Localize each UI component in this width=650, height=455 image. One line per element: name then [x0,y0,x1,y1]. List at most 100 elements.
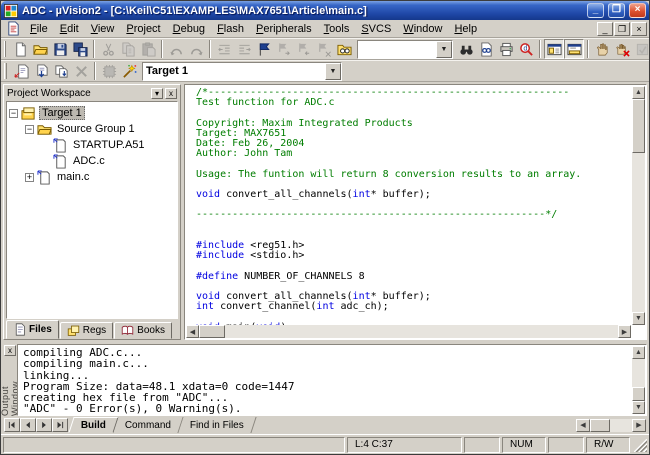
editor-text[interactable]: /*--------------------------------------… [186,86,631,325]
find-combobox[interactable]: ▼ [357,40,453,59]
tree-item-label[interactable]: main.c [55,171,91,183]
download-flash-button[interactable] [99,61,119,81]
find-combobox-input[interactable] [358,41,436,58]
mdi-restore-button[interactable]: ❐ [614,22,630,36]
scroll-up-icon[interactable]: ▲ [632,86,645,99]
project-window-button[interactable] [544,39,564,59]
tree-item-target[interactable]: − Target 1 [9,105,175,121]
toolbar-grip[interactable] [4,41,6,57]
project-workspace-header[interactable]: Project Workspace ▾ x [4,85,180,101]
scrollbar-thumb[interactable] [590,419,610,432]
tab-books[interactable]: Books [114,322,172,339]
expand-icon[interactable]: + [25,173,34,182]
menu-item-help[interactable]: Help [448,22,483,36]
enable-breakpoint-button[interactable] [632,39,650,59]
panel-close-button[interactable]: x [165,88,177,99]
project-tree[interactable]: − Target 1 − Source Group 1 [6,101,178,319]
target-combobox[interactable]: ▼ [142,62,342,81]
menu-item-project[interactable]: Project [120,22,166,36]
tab-regs[interactable]: Regs [60,322,113,339]
editor-vertical-scrollbar[interactable]: ▲ ▼ [632,86,645,325]
clear-bookmarks-button[interactable] [314,39,334,59]
first-tab-button[interactable] [4,418,20,432]
copy-button[interactable] [118,39,138,59]
tree-item-label[interactable]: Target 1 [39,106,85,120]
print-button[interactable] [496,39,516,59]
find-in-files-button[interactable] [334,39,354,59]
paste-button[interactable] [138,39,158,59]
dropdown-arrow-icon[interactable]: ▼ [325,63,341,80]
panel-menu-button[interactable]: ▾ [151,88,163,99]
mdi-close-button[interactable]: × [631,22,647,36]
save-all-button[interactable] [70,39,90,59]
target-combobox-input[interactable] [143,63,325,80]
prev-bookmark-button[interactable] [294,39,314,59]
menu-item-view[interactable]: View [85,22,121,36]
scrollbar-thumb[interactable] [632,99,645,153]
output-close-button[interactable]: x [4,345,16,356]
title-bar[interactable]: ADC - µVision2 - [C:\Keil\C51\EXAMPLES\M… [1,1,649,20]
scroll-up-icon[interactable]: ▲ [632,346,645,359]
incremental-find-button[interactable] [476,39,496,59]
editor-horizontal-scrollbar[interactable]: ◀ ▶ [186,325,631,338]
output-vertical-scrollbar[interactable]: ▲ ▼ [632,346,645,414]
last-tab-button[interactable] [52,418,68,432]
tree-item-label[interactable]: ADC.c [71,155,107,167]
scroll-right-icon[interactable]: ▶ [632,419,646,432]
dropdown-arrow-icon[interactable]: ▼ [436,41,452,58]
code-editor[interactable]: /*--------------------------------------… [184,84,647,340]
close-button[interactable]: × [629,3,646,18]
tree-item-file[interactable]: ADC.c [9,153,175,169]
translate-button[interactable] [11,61,31,81]
menu-item-window[interactable]: Window [397,22,448,36]
scroll-down-icon[interactable]: ▼ [632,312,645,325]
document-icon[interactable] [6,21,21,36]
find-button[interactable] [456,39,476,59]
maximize-button[interactable]: ❐ [608,3,625,18]
minimize-button[interactable]: _ [587,3,604,18]
kill-breakpoints-button[interactable] [612,39,632,59]
collapse-icon[interactable]: − [9,109,18,118]
undo-button[interactable] [166,39,186,59]
menu-item-tools[interactable]: Tools [318,22,356,36]
menu-item-edit[interactable]: Edit [54,22,85,36]
rebuild-all-button[interactable] [51,61,71,81]
target-options-button[interactable] [119,61,139,81]
build-output-log[interactable]: compiling ADC.c...compiling main.c...lin… [17,344,647,416]
cut-button[interactable] [98,39,118,59]
stop-build-button[interactable] [71,61,91,81]
menu-item-flash[interactable]: Flash [211,22,250,36]
tree-item-source-group[interactable]: − Source Group 1 [9,121,175,137]
previous-tab-button[interactable] [20,418,36,432]
toggle-bookmark-button[interactable] [254,39,274,59]
indent-right-button[interactable] [234,39,254,59]
mdi-minimize-button[interactable]: _ [597,22,613,36]
tab-files[interactable]: Files [6,320,59,339]
scroll-left-icon[interactable]: ◀ [186,325,199,338]
scrollbar-thumb[interactable] [199,325,225,338]
collapse-icon[interactable]: − [25,125,34,134]
build-button[interactable] [31,61,51,81]
tree-item-file[interactable]: + main.c [9,169,175,185]
scrollbar-thumb[interactable] [632,387,645,401]
new-document-button[interactable] [10,39,30,59]
indent-left-button[interactable] [214,39,234,59]
tree-item-label[interactable]: STARTUP.A51 [71,139,147,151]
next-bookmark-button[interactable] [274,39,294,59]
scroll-right-icon[interactable]: ▶ [618,325,631,338]
menu-item-file[interactable]: File [24,22,54,36]
tab-find-in-files[interactable]: Find in Files [179,417,257,433]
open-document-button[interactable] [30,39,50,59]
output-window-button[interactable] [564,39,584,59]
menu-item-svcs[interactable]: SVCS [355,22,397,36]
tree-item-label[interactable]: Source Group 1 [55,123,137,135]
tree-item-file[interactable]: STARTUP.A51 [9,137,175,153]
scroll-down-icon[interactable]: ▼ [632,401,645,414]
insert-breakpoint-button[interactable] [592,39,612,59]
save-button[interactable] [50,39,70,59]
debug-button[interactable]: d [516,39,536,59]
tab-build[interactable]: Build [68,417,118,433]
toolbar-grip[interactable] [4,63,7,79]
menu-item-debug[interactable]: Debug [167,22,211,36]
redo-button[interactable] [186,39,206,59]
